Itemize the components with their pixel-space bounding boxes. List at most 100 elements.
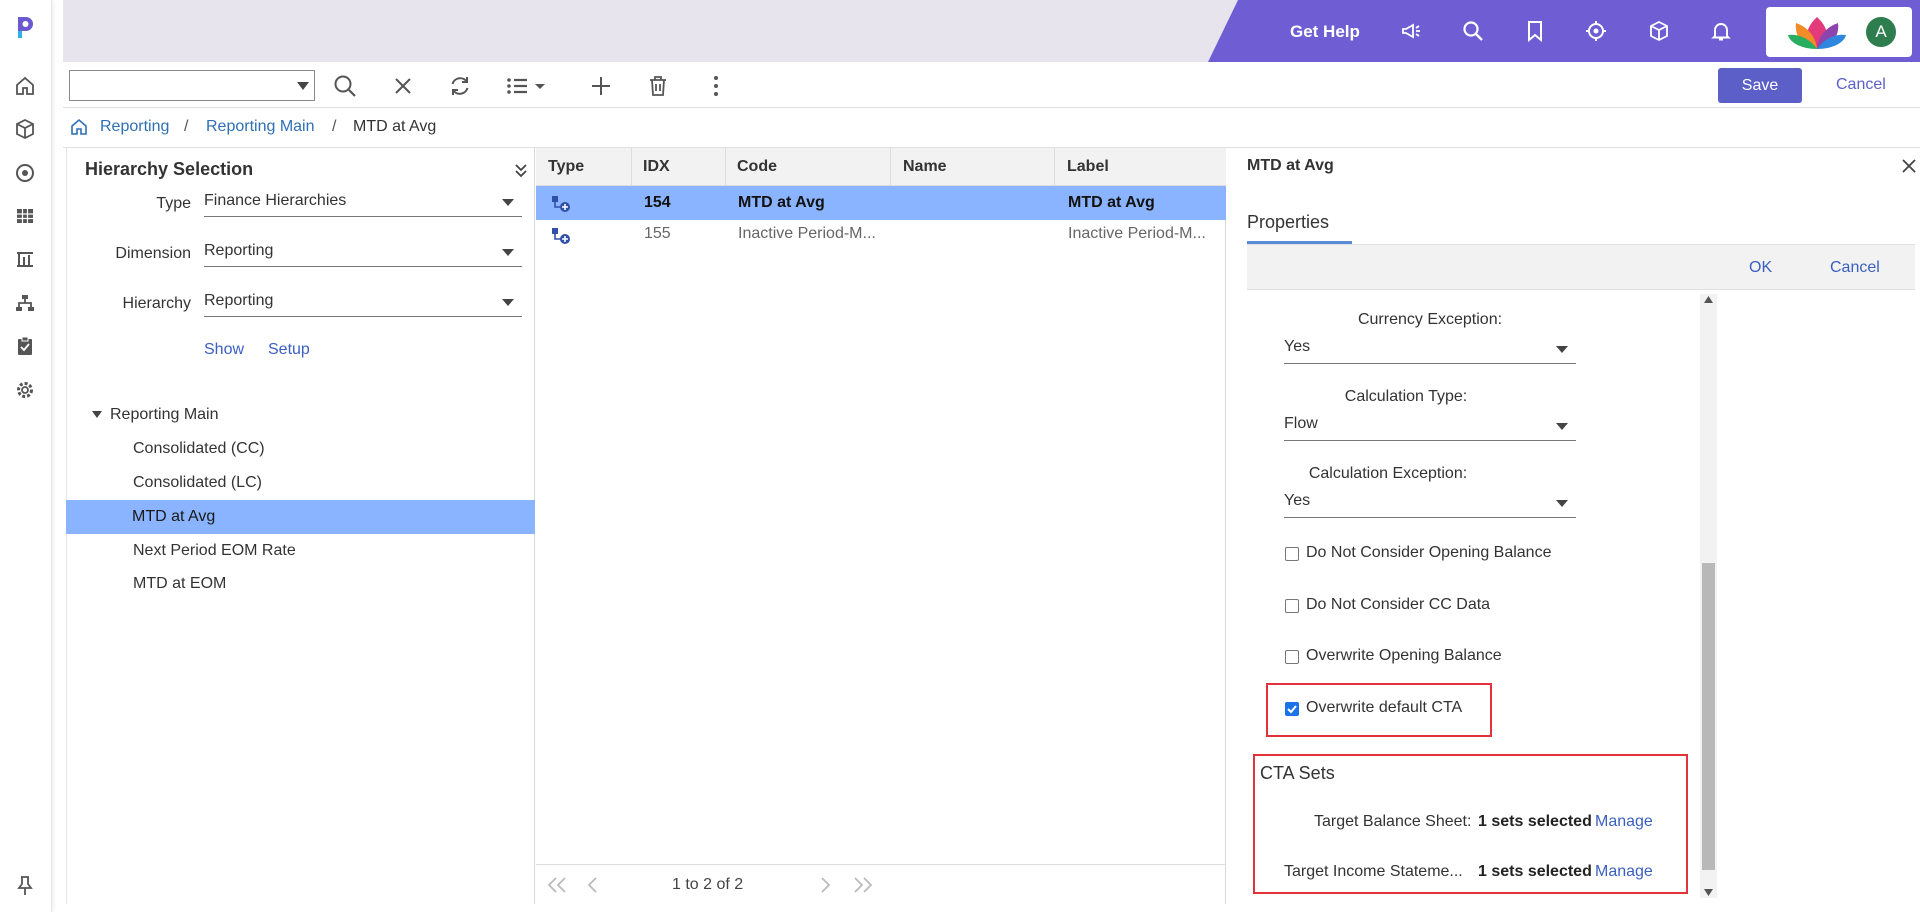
do-not-consider-cc-data-checkbox[interactable] — [1285, 599, 1299, 613]
column-header-type[interactable]: Type — [548, 158, 584, 176]
cell-idx: 154 — [644, 194, 671, 211]
do-not-consider-opening-balance-checkbox[interactable] — [1285, 547, 1299, 561]
target-balance-sheet-value: 1 sets selected — [1478, 813, 1592, 830]
tab-properties[interactable]: Properties — [1247, 212, 1329, 233]
members-grid — [536, 148, 1226, 904]
column-header-name[interactable]: Name — [903, 158, 947, 176]
next-page-icon[interactable] — [818, 876, 832, 894]
column-header-code[interactable]: Code — [737, 158, 777, 176]
checkbox-label: Do Not Consider Opening Balance — [1306, 544, 1552, 561]
scrollbar-thumb[interactable] — [1702, 563, 1715, 870]
megaphone-icon[interactable] — [1399, 19, 1423, 43]
cancel-button[interactable]: Cancel — [1836, 76, 1886, 94]
list-view-menu-icon[interactable] — [505, 73, 551, 99]
search-tool-icon[interactable] — [332, 73, 358, 99]
nav-rail — [0, 0, 52, 912]
manage-income-statement-link[interactable]: Manage — [1595, 863, 1653, 881]
tree-item[interactable]: Consolidated (CC) — [67, 432, 535, 466]
currency-exception-label: Currency Exception: — [1357, 311, 1503, 328]
type-select[interactable]: Finance Hierarchies — [204, 189, 522, 217]
column-divider — [1054, 148, 1055, 186]
details-title: MTD at Avg — [1247, 157, 1334, 174]
breadcrumb-item-reporting-main[interactable]: Reporting Main — [206, 118, 315, 136]
app-logo-icon[interactable] — [13, 14, 37, 38]
scroll-down-icon[interactable] — [1704, 889, 1713, 896]
calculation-type-select[interactable]: Flow — [1284, 413, 1576, 441]
column-divider — [725, 148, 726, 186]
close-panel-icon[interactable] — [1901, 158, 1917, 174]
currency-exception-select[interactable]: Yes — [1284, 336, 1576, 364]
bell-icon[interactable] — [1709, 19, 1733, 43]
breadcrumb-separator: / — [332, 118, 337, 135]
dimension-select-value: Reporting — [204, 242, 274, 259]
calculation-exception-select[interactable]: Yes — [1284, 490, 1576, 518]
prev-page-icon[interactable] — [586, 876, 600, 894]
package-icon[interactable] — [1647, 19, 1671, 43]
user-avatar[interactable]: A — [1866, 17, 1896, 47]
details-cancel-button[interactable]: Cancel — [1830, 259, 1880, 277]
target-icon[interactable] — [13, 161, 37, 185]
pin-icon[interactable] — [13, 874, 37, 898]
first-page-icon[interactable] — [546, 876, 570, 894]
target-income-statement-value: 1 sets selected — [1478, 863, 1592, 880]
breadcrumb-item-reporting[interactable]: Reporting — [100, 118, 169, 136]
tree-item[interactable]: Next Period EOM Rate — [67, 534, 535, 568]
bookmark-icon[interactable] — [1523, 19, 1547, 43]
search-icon[interactable] — [1461, 19, 1485, 43]
cube-icon[interactable] — [13, 117, 37, 141]
breadcrumb-home-icon[interactable] — [69, 117, 89, 137]
checkbox-label: Do Not Consider CC Data — [1306, 596, 1491, 613]
overwrite-opening-balance-checkbox[interactable] — [1285, 650, 1299, 664]
calculation-type-label: Calculation Type: — [1344, 388, 1468, 405]
report-icon[interactable] — [13, 247, 37, 271]
table-row-selected[interactable]: 154 MTD at Avg MTD at Avg — [536, 186, 1226, 220]
table-row[interactable]: 155 Inactive Period-M... Inactive Period… — [536, 220, 1226, 254]
hierarchy-select[interactable]: Reporting — [204, 289, 522, 317]
target-income-statement-label: Target Income Stateme... — [1284, 863, 1463, 880]
member-type-icon — [550, 224, 572, 246]
setup-link[interactable]: Setup — [268, 341, 310, 359]
crosshair-icon[interactable] — [1584, 19, 1608, 43]
more-vertical-icon[interactable] — [703, 73, 729, 99]
currency-exception-value: Yes — [1284, 338, 1311, 355]
tree-item[interactable]: MTD at EOM — [67, 567, 535, 601]
column-header-label[interactable]: Label — [1067, 158, 1109, 176]
delete-trash-icon[interactable] — [645, 73, 671, 99]
hierarchy-icon[interactable] — [13, 291, 37, 315]
clear-x-icon[interactable] — [390, 73, 416, 99]
tree-expand-caret-icon[interactable] — [91, 410, 103, 420]
type-label: Type — [156, 195, 191, 212]
save-button[interactable]: Save — [1718, 68, 1802, 103]
tree-item[interactable]: Consolidated (LC) — [67, 466, 535, 500]
calculation-type-value: Flow — [1284, 415, 1318, 432]
calculation-exception-value: Yes — [1284, 492, 1311, 509]
type-select-value: Finance Hierarchies — [204, 192, 347, 209]
tree-item-selected[interactable]: MTD at Avg — [66, 500, 535, 534]
clipboard-icon[interactable] — [13, 334, 37, 358]
manage-balance-sheet-link[interactable]: Manage — [1595, 813, 1653, 831]
home-icon[interactable] — [13, 74, 37, 98]
panel-title: Hierarchy Selection — [85, 159, 254, 179]
checkmark-icon — [1287, 705, 1297, 714]
settings-gear-icon[interactable] — [13, 378, 37, 402]
add-plus-icon[interactable] — [588, 73, 614, 99]
view-selector-combobox[interactable] — [69, 70, 315, 101]
show-link[interactable]: Show — [204, 341, 244, 359]
grid-header: Type IDX Code Name Label — [536, 148, 1226, 186]
breadcrumb-separator: / — [184, 118, 189, 135]
type-select-caret — [502, 199, 514, 206]
overwrite-default-cta-checkbox[interactable] — [1285, 702, 1299, 716]
get-help-link[interactable]: Get Help — [1290, 22, 1360, 42]
column-header-idx[interactable]: IDX — [643, 158, 670, 176]
last-page-icon[interactable] — [850, 876, 874, 894]
pager-text: 1 to 2 of 2 — [672, 876, 744, 893]
collapse-chevrons-icon[interactable] — [514, 161, 528, 179]
tree-root[interactable]: Reporting Main — [110, 406, 219, 424]
grid-icon[interactable] — [13, 204, 37, 228]
checkbox-label: Overwrite Opening Balance — [1306, 647, 1502, 664]
refresh-icon[interactable] — [447, 73, 473, 99]
dimension-select[interactable]: Reporting — [204, 239, 522, 267]
scroll-up-icon[interactable] — [1704, 296, 1713, 303]
ok-button[interactable]: OK — [1749, 259, 1772, 277]
select-caret — [1556, 423, 1568, 430]
